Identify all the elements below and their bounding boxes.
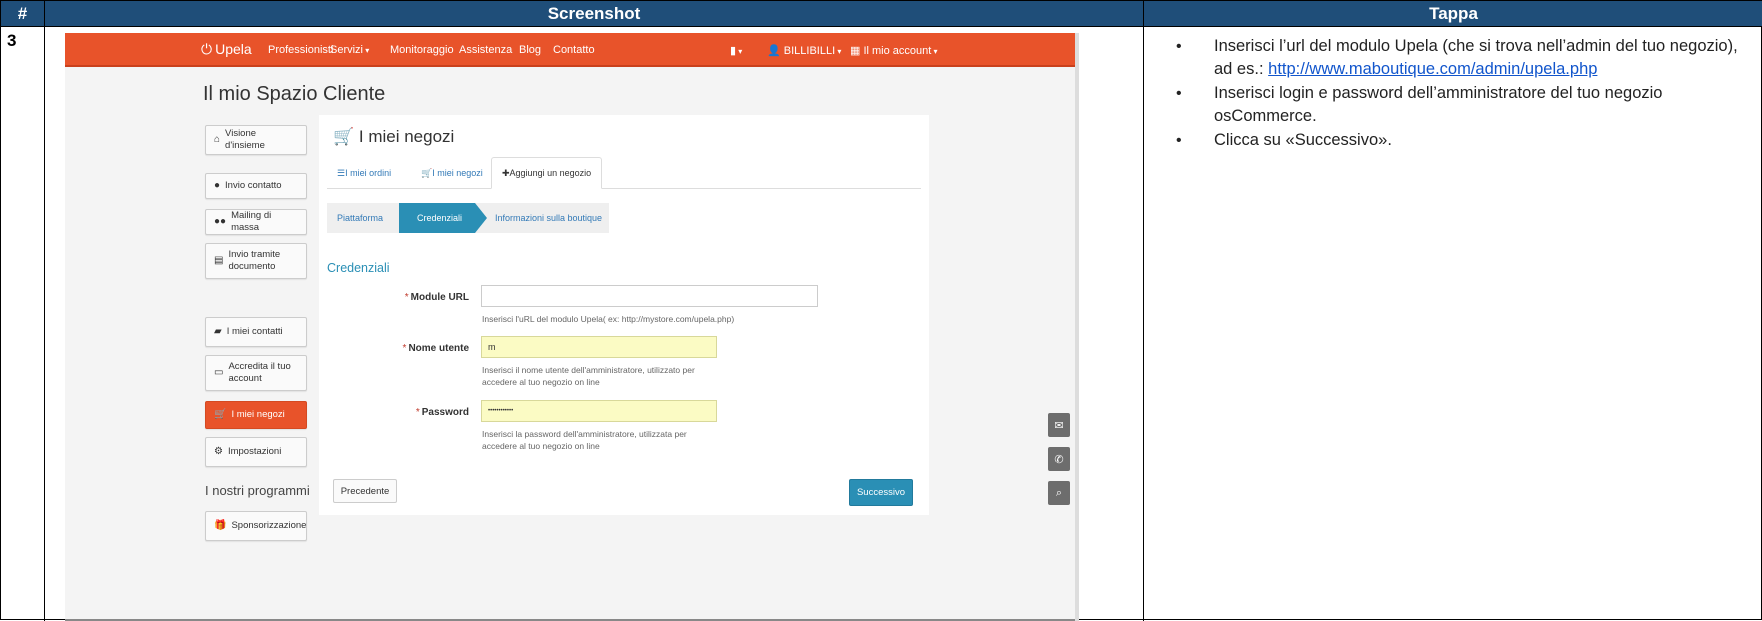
tabs-bar: ☰ I miei ordini 🛒 I miei negozi ✚ Aggiun…: [327, 157, 921, 189]
nav-blog[interactable]: Blog: [519, 44, 541, 56]
sidebar-item-sponsorship[interactable]: 🎁 Sponsorizzazione: [205, 511, 307, 541]
cart-icon: 🛒: [333, 127, 359, 146]
wizard-step-store-info[interactable]: Informazioni sulla boutique: [495, 203, 602, 233]
instruction-item: Clicca su «Successivo».: [1170, 129, 1743, 152]
sidebar-item-settings[interactable]: ⚙ Impostazioni: [205, 437, 307, 467]
panel-title: 🛒 I miei negozi: [333, 127, 455, 146]
nav-account[interactable]: ▦ Il mio account: [850, 44, 938, 57]
user-icon: 👤: [767, 45, 784, 57]
module-url-help: Inserisci l'uRL del modulo Upela( ex: ht…: [482, 314, 735, 324]
sidebar-item-overview[interactable]: ⌂ Visione d'insieme: [205, 125, 307, 155]
password-help: Inserisci la password dell'amministrator…: [482, 429, 687, 451]
header-number: #: [1, 1, 45, 27]
upela-logo[interactable]: ⏻ Upela: [201, 41, 252, 58]
document-table: # Screenshot Tappa 3 ⏻ Upela Professionis…: [0, 0, 1762, 621]
tab-my-stores[interactable]: 🛒 I miei negozi: [411, 157, 493, 189]
sidebar-item-stores[interactable]: 🛒 I miei negozi: [205, 401, 307, 429]
list-icon: ☰: [337, 167, 346, 178]
sidebar-item-send-contact[interactable]: ● Invio contatto: [205, 173, 307, 199]
sidebar-item-contacts[interactable]: ▰ I miei contatti: [205, 317, 307, 347]
tab-add-store[interactable]: ✚ Aggiungi un negozio: [491, 157, 603, 189]
home-icon: ⌂: [214, 134, 221, 145]
module-url-label: * Module URL: [404, 292, 469, 303]
instruction-list: Inserisci l’url del modulo Upela (che si…: [1170, 35, 1743, 152]
nav-contatto[interactable]: Contatto: [553, 44, 595, 56]
flag-language-icon[interactable]: ▮: [730, 44, 742, 57]
book-icon: ▰: [214, 326, 222, 337]
wizard-step-credentials[interactable]: Credenziali: [399, 203, 475, 233]
row-number: 3: [1, 27, 45, 621]
stores-panel: 🛒 I miei negozi ☰ I miei ordini 🛒 I miei…: [319, 115, 929, 515]
nav-servizi[interactable]: Servizi: [330, 44, 369, 56]
nav-user[interactable]: 👤 BILLIBILLI: [767, 44, 841, 57]
wizard-step-platform[interactable]: Piattaforma: [337, 203, 383, 233]
cart-icon: 🛒: [421, 167, 433, 178]
username-input[interactable]: m: [481, 336, 717, 358]
previous-button[interactable]: Precedente: [333, 479, 397, 503]
mail-icon[interactable]: ✉: [1048, 413, 1070, 437]
screenshot: ⏻Upela Professionisti Servizi Monitoragg…: [65, 33, 1079, 621]
sidebar-item-credit-account[interactable]: ▭ Accredita il tuo account: [205, 355, 307, 391]
programs-title: I nostri programmi: [205, 483, 310, 498]
password-input[interactable]: ••••••••••••: [481, 400, 717, 422]
nav-assistenza[interactable]: Assistenza: [459, 44, 512, 56]
nav-professionisti[interactable]: Professionisti: [268, 44, 333, 56]
wizard-arrow: [475, 203, 487, 233]
nav-monitoraggio[interactable]: Monitoraggio: [390, 44, 454, 56]
instruction-item: Inserisci login e password dell’amminist…: [1170, 82, 1743, 128]
users-icon: ●●: [214, 216, 227, 227]
user-icon: ●: [214, 180, 221, 191]
header-screenshot: Screenshot: [45, 1, 1144, 27]
module-url-input[interactable]: [481, 285, 818, 307]
section-title: Credenziali: [327, 261, 390, 275]
example-url-link[interactable]: http://www.maboutique.com/admin/upela.ph…: [1268, 60, 1597, 78]
sidebar-item-send-document[interactable]: ▤ Invio tramite documento: [205, 243, 307, 279]
step-instructions: Inserisci l’url del modulo Upela (che si…: [1144, 27, 1762, 621]
gear-icon: ⚙: [214, 446, 223, 457]
card-icon: ▭: [214, 367, 224, 378]
screenshot-cell: ⏻Upela Professionisti Servizi Monitoragg…: [45, 27, 1144, 621]
gift-icon: 🎁: [214, 520, 227, 531]
cart-icon: 🛒: [214, 409, 227, 420]
sidebar-item-mass-mailing[interactable]: ●● Mailing di massa: [205, 209, 307, 235]
password-label: * Password: [415, 407, 469, 418]
top-navbar: ⏻Upela Professionisti Servizi Monitoragg…: [65, 33, 1075, 67]
tab-my-orders[interactable]: ☰ I miei ordini: [327, 157, 401, 189]
power-icon: ⏻: [201, 41, 213, 57]
username-label: * Nome utente: [402, 343, 469, 354]
header-step: Tappa: [1144, 1, 1762, 27]
phone-icon[interactable]: ✆: [1048, 447, 1070, 471]
search-icon[interactable]: ⌕: [1048, 481, 1070, 505]
username-help: Inserisci il nome utente dell'amministra…: [482, 365, 695, 387]
instruction-item: Inserisci l’url del modulo Upela (che si…: [1170, 35, 1743, 81]
plus-circle-icon: ✚: [502, 167, 510, 178]
file-icon: ▤: [214, 255, 224, 266]
page-title: Il mio Spazio Cliente: [203, 83, 386, 105]
next-button[interactable]: Successivo: [849, 479, 913, 506]
wizard-steps: Piattaforma Credenziali Informazioni sul…: [327, 203, 609, 233]
grid-icon: ▦: [850, 45, 864, 57]
